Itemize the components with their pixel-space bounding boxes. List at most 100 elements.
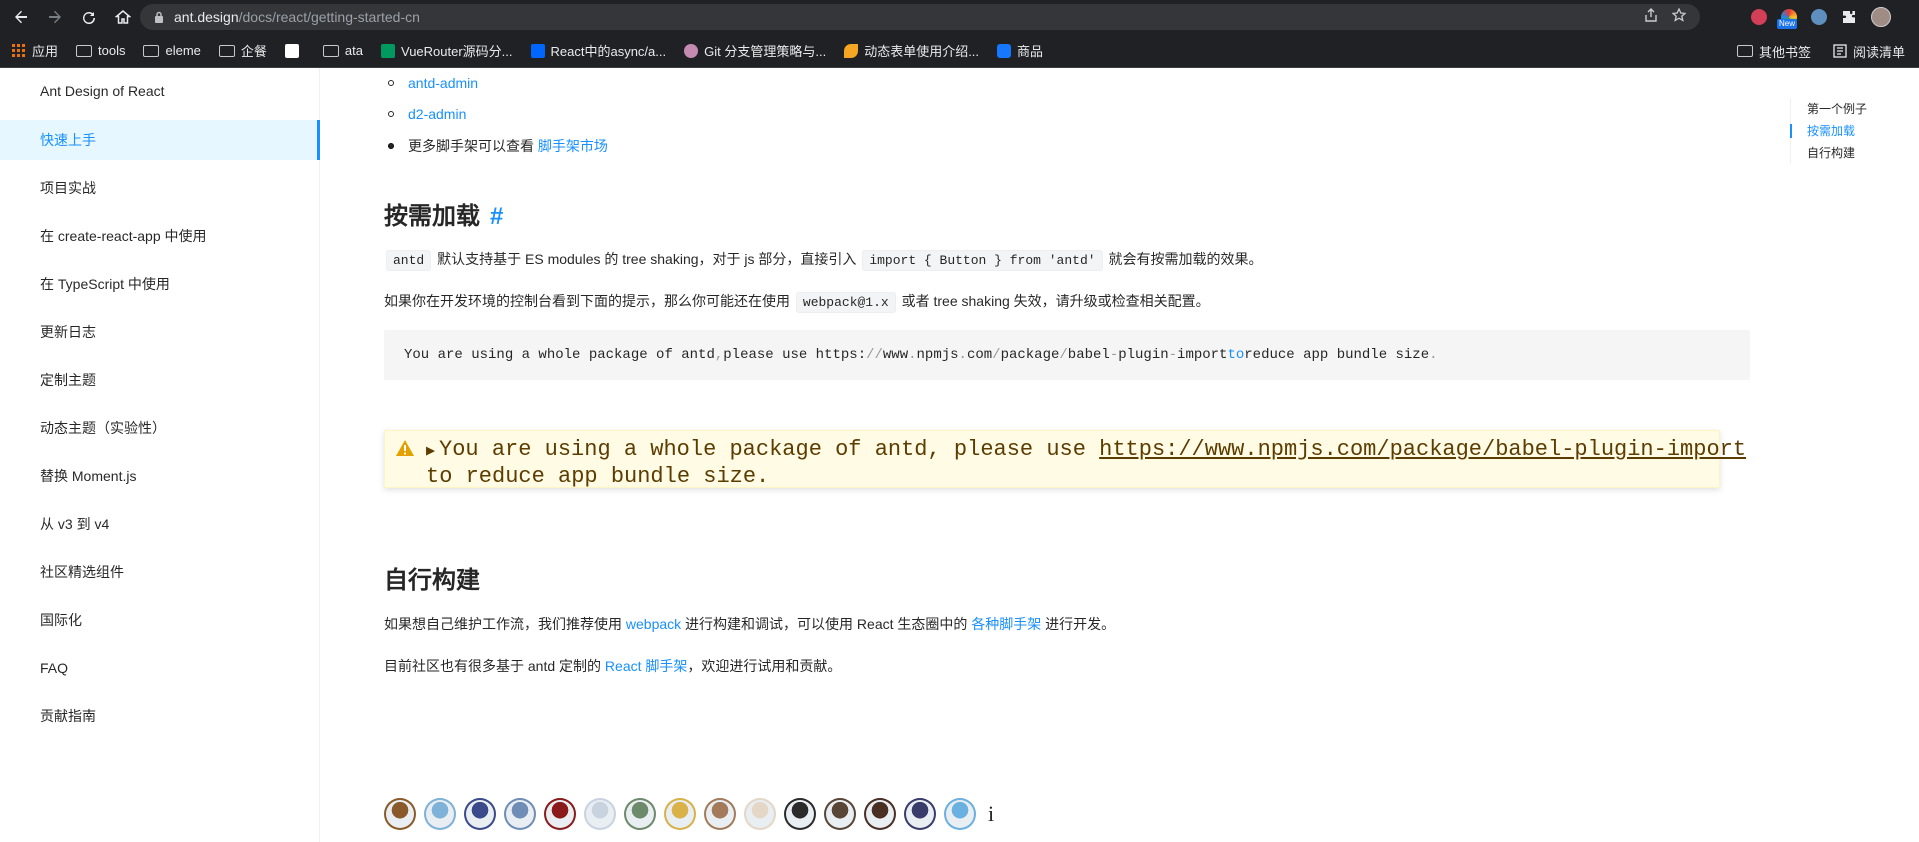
contributor-avatar[interactable] — [824, 798, 856, 830]
reading-list[interactable]: 阅读清单 — [1833, 42, 1905, 61]
sidebar-item-label: 在 TypeScript 中使用 — [40, 276, 170, 292]
extension-t-icon[interactable] — [1751, 9, 1767, 25]
contributor-avatar[interactable] — [584, 798, 616, 830]
sidebar-item-v3-to-v4[interactable]: 从 v3 到 v4 — [0, 504, 320, 544]
code-punct: . — [958, 347, 967, 363]
sidebar-item-getting-started[interactable]: 快速上手 — [0, 120, 320, 160]
contributors-more-icon[interactable]: i — [988, 801, 994, 827]
table-of-contents: 第一个例子 按需加载 自行构建 — [1790, 98, 1890, 164]
code-text: import — [1177, 347, 1228, 363]
scaffold-market-link[interactable]: 脚手架市场 — [538, 136, 608, 156]
bookmark-label: 阅读清单 — [1852, 44, 1905, 60]
contributor-avatar[interactable] — [864, 798, 896, 830]
puzzle-extensions-icon[interactable] — [1841, 9, 1857, 25]
paragraph-text: 如果想自己维护工作流，我们推荐使用 — [384, 616, 626, 632]
bullet — [388, 111, 394, 117]
sidebar-item-recommendation[interactable]: 社区精选组件 — [0, 552, 320, 592]
folder-icon — [322, 44, 339, 57]
sidebar-item-i18n[interactable]: 国际化 — [0, 600, 320, 640]
folder-icon — [218, 44, 235, 57]
webpack-link[interactable]: webpack — [626, 616, 681, 632]
bookmark-folder-qican[interactable]: 企餐 — [218, 41, 267, 60]
star-bookmark-icon[interactable] — [1671, 7, 1687, 25]
paragraph-text: 目前社区也有很多基于 antd 定制的 — [384, 658, 605, 674]
sidebar-item-typescript[interactable]: 在 TypeScript 中使用 — [0, 264, 320, 304]
contributor-avatar[interactable] — [784, 798, 816, 830]
sidebar-item-label: 快速上手 — [40, 132, 96, 148]
toc-item-build-yourself[interactable]: 自行构建 — [1791, 142, 1890, 164]
sidebar-item-label: Ant Design of React — [40, 83, 165, 99]
share-icon[interactable] — [1644, 8, 1658, 25]
contributor-avatar[interactable] — [704, 798, 736, 830]
warning-text: to reduce app bundle size. — [426, 464, 770, 489]
bookmark-dynamic-form[interactable]: 动态表单使用介绍... — [844, 41, 979, 60]
expand-triangle-icon[interactable]: ▶ — [426, 443, 435, 460]
paragraph: antd 默认支持基于 ES modules 的 tree shaking，对于… — [384, 249, 1263, 271]
sidebar-item-label: 动态主题（实验性） — [40, 420, 166, 436]
contributor-avatar[interactable] — [664, 798, 696, 830]
address-bar[interactable]: ant.design/docs/react/getting-started-cn — [140, 4, 1700, 30]
sidebar-item-ant-design-of-react[interactable]: Ant Design of React — [0, 71, 320, 111]
contributor-avatar[interactable] — [384, 798, 416, 830]
contributor-avatar[interactable] — [544, 798, 576, 830]
paragraph-text: 就会有按需加载的效果。 — [1104, 251, 1263, 267]
sidebar-item-changelog[interactable]: 更新日志 — [0, 312, 320, 352]
scaffolds-link[interactable]: 各种脚手架 — [971, 616, 1041, 632]
contributor-avatar[interactable] — [464, 798, 496, 830]
contributor-avatar[interactable] — [944, 798, 976, 830]
inline-code: import { Button } from 'antd' — [862, 250, 1103, 271]
contributor-avatar[interactable] — [744, 798, 776, 830]
bookmark-site[interactable] — [284, 43, 305, 58]
home-icon[interactable] — [110, 4, 136, 30]
forward-icon[interactable] — [42, 4, 68, 30]
antd-admin-link[interactable]: antd-admin — [408, 75, 478, 91]
toc-item-on-demand[interactable]: 按需加载 — [1790, 120, 1890, 142]
sidebar-item-contributing[interactable]: 贡献指南 — [0, 696, 320, 736]
bookmark-goods[interactable]: 商品 — [997, 41, 1043, 60]
code-text: You are using a whole package of antd — [404, 347, 715, 363]
site-favicon — [284, 43, 299, 58]
sidebar-item-replace-moment[interactable]: 替换 Moment.js — [0, 456, 320, 496]
sidebar-item-practical-projects[interactable]: 项目实战 — [0, 168, 320, 208]
paragraph-text: 默认支持基于 ES modules 的 tree shaking，对于 js 部… — [433, 251, 861, 267]
d2-admin-link[interactable]: d2-admin — [408, 106, 466, 122]
warning-icon — [395, 439, 415, 462]
bookmark-react-async[interactable]: React中的async/a... — [530, 41, 666, 60]
bookmark-apps[interactable]: 应用 — [12, 41, 58, 60]
contributor-avatar[interactable] — [904, 798, 936, 830]
list-item: antd-admin — [384, 75, 478, 91]
code-punct: // — [866, 347, 883, 363]
inline-code: webpack@1.x — [795, 292, 896, 313]
bookmark-folder-ata[interactable]: ata — [322, 43, 363, 58]
toc-item-first-example[interactable]: 第一个例子 — [1791, 98, 1890, 120]
bookmark-git[interactable]: Git 分支管理策略与... — [684, 41, 826, 60]
bookmark-folder-eleme[interactable]: eleme — [143, 43, 201, 58]
sidebar-item-label: 替换 Moment.js — [40, 468, 137, 484]
sidebar-item-dynamic-theme[interactable]: 动态主题（实验性） — [0, 408, 320, 448]
extension-rainbow-icon[interactable]: New — [1777, 9, 1798, 29]
paragraph: 目前社区也有很多基于 antd 定制的 React 脚手架，欢迎进行试用和贡献。 — [384, 656, 841, 676]
back-icon[interactable] — [8, 4, 34, 30]
sidebar-item-faq[interactable]: FAQ — [0, 648, 320, 688]
contributor-avatar[interactable] — [624, 798, 656, 830]
sidebar-item-create-react-app[interactable]: 在 create-react-app 中使用 — [0, 216, 320, 256]
heading-anchor-link[interactable]: # — [490, 203, 503, 230]
bookmark-other-folder[interactable]: 其他书签 — [1736, 42, 1811, 61]
contributor-avatar[interactable] — [504, 798, 536, 830]
reload-icon[interactable] — [76, 4, 102, 30]
extension-globe-icon[interactable] — [1811, 9, 1827, 25]
bullet — [388, 80, 394, 86]
profile-avatar[interactable] — [1871, 7, 1891, 27]
bookmark-folder-tools[interactable]: tools — [76, 43, 125, 58]
warning-link[interactable]: https://www.npmjs.com/package/babel-plug… — [1099, 437, 1746, 462]
code-keyword: to — [1227, 347, 1245, 363]
bookmark-vuerouter[interactable]: VueRouter源码分... — [381, 41, 513, 60]
inline-code: antd — [386, 250, 432, 271]
section-title: 按需加载 — [384, 203, 480, 230]
react-scaffold-link[interactable]: React 脚手架 — [605, 658, 687, 674]
site-favicon — [997, 43, 1012, 58]
bookmark-label: 企餐 — [240, 44, 267, 59]
sidebar-item-customize-theme[interactable]: 定制主题 — [0, 360, 320, 400]
contributor-avatar[interactable] — [424, 798, 456, 830]
apps-grid-icon — [12, 43, 26, 58]
